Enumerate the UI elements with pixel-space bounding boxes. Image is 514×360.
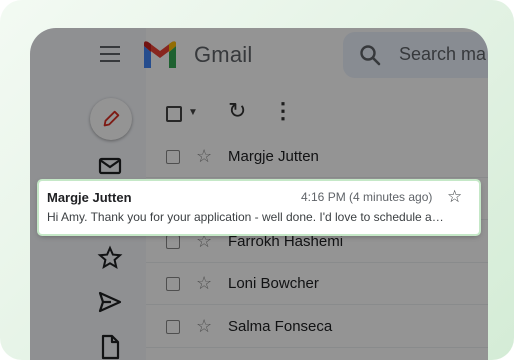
mail-icon[interactable]	[97, 153, 123, 179]
star-icon[interactable]: ☆	[196, 231, 212, 251]
top-bar: Gmail Search ma	[30, 28, 488, 84]
row-checkbox[interactable]	[166, 235, 180, 249]
menu-icon[interactable]	[100, 46, 120, 62]
search-bar[interactable]: Search ma	[343, 32, 488, 78]
search-input[interactable]: Search ma	[399, 44, 486, 65]
list-toolbar: ▼ ↻ ⋮	[146, 96, 488, 136]
notification-sender: Margje Jutten	[47, 190, 132, 205]
sender-name: Loni Bowcher	[228, 275, 319, 292]
sender-name: Farrokh Hashemi	[228, 233, 344, 250]
more-vert-icon[interactable]: ⋮	[272, 98, 294, 124]
pencil-icon	[103, 110, 120, 127]
notification-time: 4:16 PM (4 minutes ago)	[301, 190, 433, 204]
list-item[interactable]: ☆ Margje Jutten	[146, 136, 488, 178]
highlighted-email[interactable]: Margje Jutten 4:16 PM (4 minutes ago) ☆ …	[39, 181, 479, 234]
gmail-logo	[144, 41, 176, 68]
row-checkbox[interactable]	[166, 320, 180, 334]
list-item[interactable]: ☆ Loni Bowcher	[146, 263, 488, 305]
chevron-down-icon[interactable]: ▼	[188, 107, 198, 118]
search-icon[interactable]	[359, 44, 381, 66]
sender-name: Salma Fonseca	[228, 318, 333, 335]
star-icon[interactable]: ☆	[196, 273, 212, 293]
compose-button[interactable]	[90, 98, 132, 140]
notification-snippet: Hi Amy. Thank you for your application -…	[47, 210, 444, 224]
star-icon[interactable]: ☆	[447, 188, 462, 206]
star-icon[interactable]	[97, 245, 123, 271]
star-icon[interactable]: ☆	[196, 146, 212, 166]
brand-name: Gmail	[194, 42, 253, 67]
file-icon[interactable]	[97, 334, 123, 360]
refresh-icon[interactable]: ↻	[228, 98, 246, 124]
sender-name: Margje Jutten	[228, 148, 319, 165]
list-item[interactable]: ☆ Salma Fonseca	[146, 306, 488, 348]
email-list: ☆ Margje Jutten ☆ Farrokh Hashemi ☆ Loni…	[146, 136, 488, 360]
send-icon[interactable]	[97, 289, 123, 315]
star-icon[interactable]: ☆	[196, 316, 212, 336]
row-checkbox[interactable]	[166, 150, 180, 164]
row-checkbox[interactable]	[166, 277, 180, 291]
select-all-checkbox[interactable]	[166, 106, 182, 122]
